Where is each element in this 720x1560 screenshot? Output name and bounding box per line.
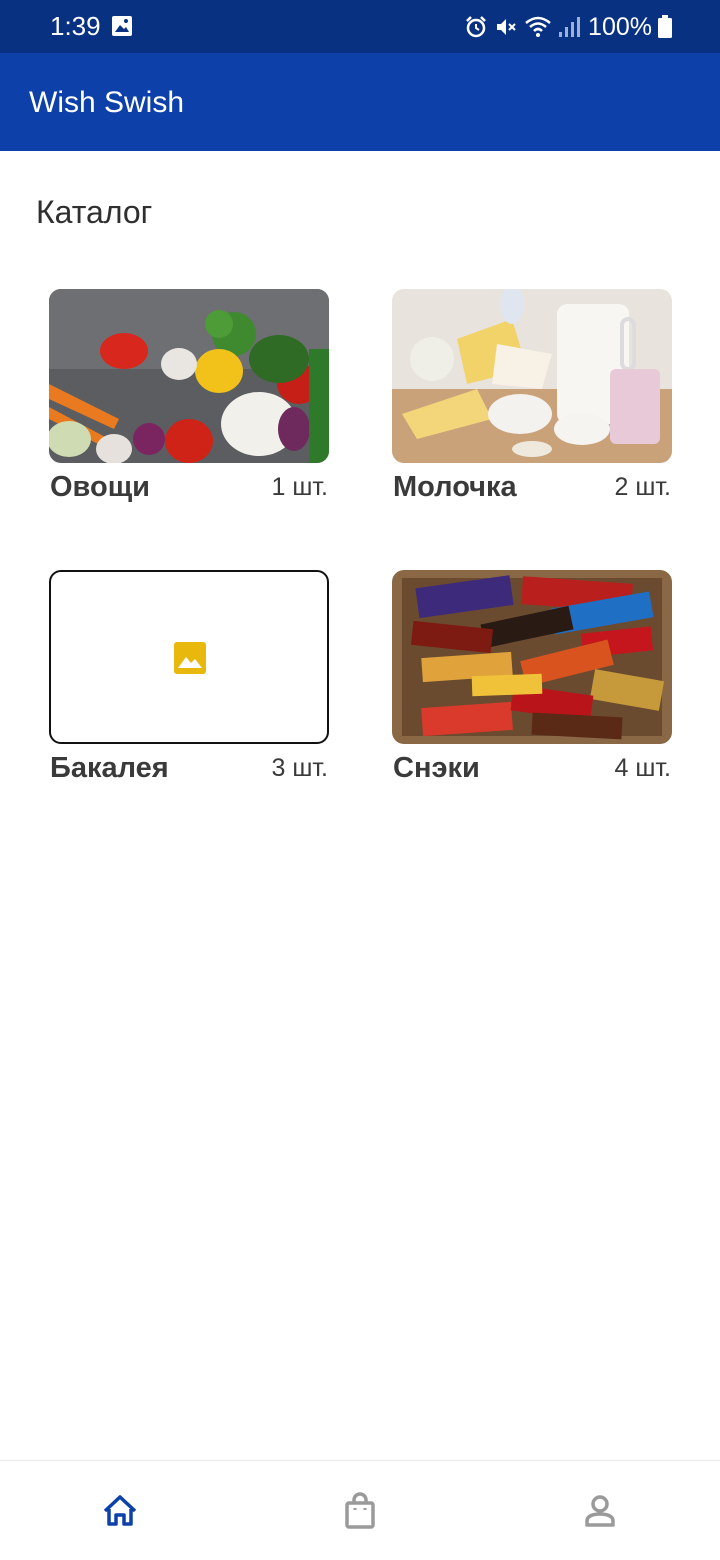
catalog-card-name: Молочка <box>393 471 517 503</box>
catalog-card-count: 2 шт. <box>614 473 671 501</box>
catalog-card-info: Снэки 4 шт. <box>392 750 672 788</box>
catalog-card-info: Молочка 2 шт. <box>392 469 672 507</box>
profile-icon <box>580 1495 620 1535</box>
catalog-card-name: Овощи <box>50 471 151 503</box>
shopping-bag-icon <box>340 1492 380 1535</box>
catalog-card-count: 3 шт. <box>271 754 328 782</box>
wifi-icon <box>524 15 552 39</box>
image-placeholder-icon <box>174 642 206 674</box>
catalog-card-count: 1 шт. <box>271 473 328 501</box>
catalog-card-grocery[interactable]: Бакалея 3 шт. <box>49 570 329 784</box>
status-time: 1:39 <box>50 11 101 41</box>
signal-icon <box>558 15 581 39</box>
catalog-card-vegetables[interactable]: Овощи 1 шт. <box>49 289 329 503</box>
app-title: Wish Swish <box>29 86 185 119</box>
bottom-navigation <box>0 1460 720 1560</box>
home-icon <box>100 1495 140 1535</box>
status-bar: 1:39 100% <box>0 0 720 53</box>
catalog-card-dairy[interactable]: Молочка 2 шт. <box>392 289 672 503</box>
vegetables-photo <box>49 289 329 463</box>
nav-home[interactable] <box>100 1491 140 1531</box>
snacks-photo <box>392 570 672 744</box>
catalog-card-count: 4 шт. <box>614 754 671 782</box>
app-bar: Wish Swish <box>0 53 720 151</box>
gallery-icon <box>111 15 133 37</box>
battery-icon <box>658 15 672 39</box>
alarm-icon <box>464 15 488 39</box>
dairy-photo <box>392 289 672 463</box>
mute-icon <box>494 15 518 39</box>
catalog-card-name: Бакалея <box>50 752 169 784</box>
page-title: Каталог <box>36 194 153 230</box>
catalog-card-name: Снэки <box>393 752 480 784</box>
battery-percent: 100% <box>588 13 652 41</box>
status-icons: 100% <box>464 12 672 42</box>
image-placeholder <box>49 570 329 744</box>
catalog-card-info: Овощи 1 шт. <box>49 469 329 507</box>
nav-profile[interactable] <box>580 1491 620 1531</box>
catalog-card-info: Бакалея 3 шт. <box>49 750 329 788</box>
catalog-card-snacks[interactable]: Снэки 4 шт. <box>392 570 672 784</box>
nav-cart[interactable] <box>340 1491 380 1531</box>
